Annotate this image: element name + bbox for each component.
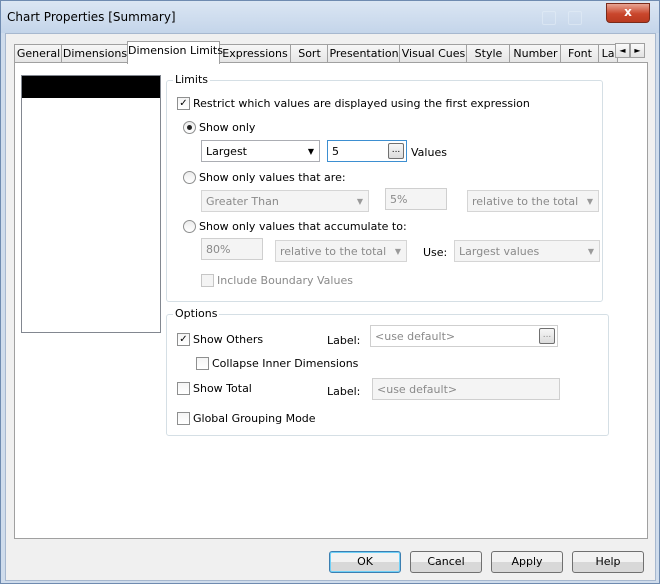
collapse-inner-label: Collapse Inner Dimensions	[212, 357, 359, 370]
count-suffix-label: Values	[411, 146, 447, 159]
chevron-down-icon: ▼	[307, 147, 314, 156]
tab-number[interactable]: Number	[509, 44, 562, 63]
tab-label: Number	[513, 47, 558, 60]
accumulate-relative-select[interactable]: relative to the total ▼	[275, 240, 407, 262]
show-total-label: Show Total	[193, 382, 252, 395]
dimension-list[interactable]	[21, 75, 161, 333]
others-label-placeholder: <use default>	[375, 330, 456, 343]
show-total-checkbox[interactable]	[177, 382, 190, 395]
others-label-caption: Label:	[327, 334, 361, 347]
tab-sort[interactable]: Sort	[290, 44, 329, 63]
values-relative-value: relative to the total	[472, 195, 579, 208]
tab-visual-cues[interactable]: Visual Cues	[399, 44, 468, 63]
include-boundary-checkbox[interactable]	[201, 274, 214, 287]
tab-presentation[interactable]: Presentation	[327, 44, 401, 63]
title-bar[interactable]: Chart Properties [Summary] x	[1, 1, 659, 33]
tab-label: Visual Cues	[401, 47, 466, 60]
collapse-inner-checkbox[interactable]	[196, 357, 209, 370]
tab-scroll-left-button[interactable]: ◄	[615, 43, 630, 58]
comparison-operator-value: Greater Than	[206, 195, 279, 208]
show-accumulate-label: Show only values that accumulate to:	[199, 220, 407, 233]
ellipsis-icon: ...	[542, 330, 552, 340]
include-boundary-label: Include Boundary Values	[217, 274, 353, 287]
window-title: Chart Properties [Summary]	[7, 10, 176, 24]
tab-label: La	[601, 47, 615, 60]
tab-scroll-right-button[interactable]: ►	[630, 43, 645, 58]
tab-label: Sort	[298, 47, 321, 60]
others-label-input[interactable]: <use default> ...	[370, 325, 558, 347]
chevron-down-icon: ▼	[394, 247, 401, 256]
show-only-radio[interactable]	[183, 121, 196, 134]
radio-dot-icon	[187, 125, 192, 130]
ellipsis-icon: ...	[391, 145, 401, 155]
show-only-count-value: 5	[332, 145, 339, 158]
show-values-radio[interactable]	[183, 171, 196, 184]
accumulate-relative-value: relative to the total	[280, 245, 387, 258]
tab-label: Dimensions	[62, 47, 128, 60]
limits-group-title: Limits	[173, 73, 210, 86]
chart-properties-dialog: Chart Properties [Summary] x General Dim…	[0, 0, 660, 584]
check-icon: ✓	[179, 98, 188, 109]
use-value: Largest values	[459, 245, 540, 258]
tab-label: Style	[474, 47, 503, 60]
show-values-label: Show only values that are:	[199, 171, 346, 184]
count-browse-button[interactable]: ...	[388, 143, 404, 159]
show-only-count-input[interactable]: 5 ...	[327, 140, 407, 162]
close-button[interactable]: x	[606, 3, 650, 23]
show-only-mode-select[interactable]: Largest ▼	[201, 140, 320, 162]
limits-group: Limits ✓ Restrict which values are displ…	[166, 73, 603, 302]
tab-style[interactable]: Style	[466, 44, 511, 63]
ok-button[interactable]: OK	[329, 551, 401, 573]
options-group-title: Options	[173, 307, 220, 320]
show-accumulate-radio[interactable]	[183, 220, 196, 233]
tab-dimension-limits[interactable]: Dimension Limits	[127, 41, 223, 64]
close-icon: x	[624, 5, 632, 19]
tab-label: Expressions	[222, 47, 288, 60]
tab-expressions[interactable]: Expressions	[218, 44, 292, 63]
show-others-checkbox[interactable]: ✓	[177, 333, 190, 346]
show-only-mode-value: Largest	[206, 145, 247, 158]
values-relative-select[interactable]: relative to the total ▼	[467, 190, 599, 212]
values-percent-input[interactable]: 5%	[385, 188, 447, 210]
arrow-left-icon: ◄	[619, 46, 626, 55]
tab-dimensions[interactable]: Dimensions	[61, 44, 129, 63]
global-grouping-checkbox[interactable]	[177, 412, 190, 425]
use-label: Use:	[423, 246, 448, 259]
show-only-label: Show only	[199, 121, 256, 134]
values-percent-value: 5%	[390, 193, 408, 206]
chevron-down-icon: ▼	[356, 197, 363, 206]
show-others-label: Show Others	[193, 333, 264, 346]
global-grouping-label: Global Grouping Mode	[193, 412, 316, 425]
accumulate-percent-value: 80%	[206, 243, 231, 256]
chevron-down-icon: ▼	[587, 247, 594, 256]
total-label-placeholder: <use default>	[377, 383, 458, 396]
list-item-selected[interactable]	[22, 76, 160, 98]
check-icon: ✓	[179, 334, 188, 345]
minimize-icon	[542, 11, 556, 25]
help-button[interactable]: Help	[572, 551, 644, 573]
options-group: Options ✓ Show Others Label: <use defaul…	[166, 307, 609, 436]
accumulate-percent-input[interactable]: 80%	[201, 238, 263, 260]
chevron-down-icon: ▼	[586, 197, 593, 206]
total-label-caption: Label:	[327, 385, 361, 398]
others-label-browse-button[interactable]: ...	[539, 328, 555, 344]
tab-font[interactable]: Font	[560, 44, 600, 63]
dimension-limits-page: Limits ✓ Restrict which values are displ…	[14, 62, 648, 539]
comparison-operator-select[interactable]: Greater Than ▼	[201, 190, 369, 212]
tab-label: Font	[568, 47, 592, 60]
cancel-button[interactable]: Cancel	[410, 551, 482, 573]
apply-button[interactable]: Apply	[491, 551, 563, 573]
tab-general[interactable]: General	[14, 44, 63, 63]
dialog-body: General Dimensions Dimension Limits Expr…	[5, 33, 656, 581]
tab-label: Presentation	[329, 47, 399, 60]
use-select[interactable]: Largest values ▼	[454, 240, 600, 262]
maximize-icon	[568, 11, 582, 25]
total-label-input[interactable]: <use default>	[372, 378, 560, 400]
restrict-checkbox[interactable]: ✓	[177, 97, 190, 110]
restrict-label: Restrict which values are displayed usin…	[193, 97, 530, 110]
arrow-right-icon: ►	[634, 46, 641, 55]
tab-label: Dimension Limits	[128, 44, 223, 57]
tab-label: General	[16, 47, 61, 60]
